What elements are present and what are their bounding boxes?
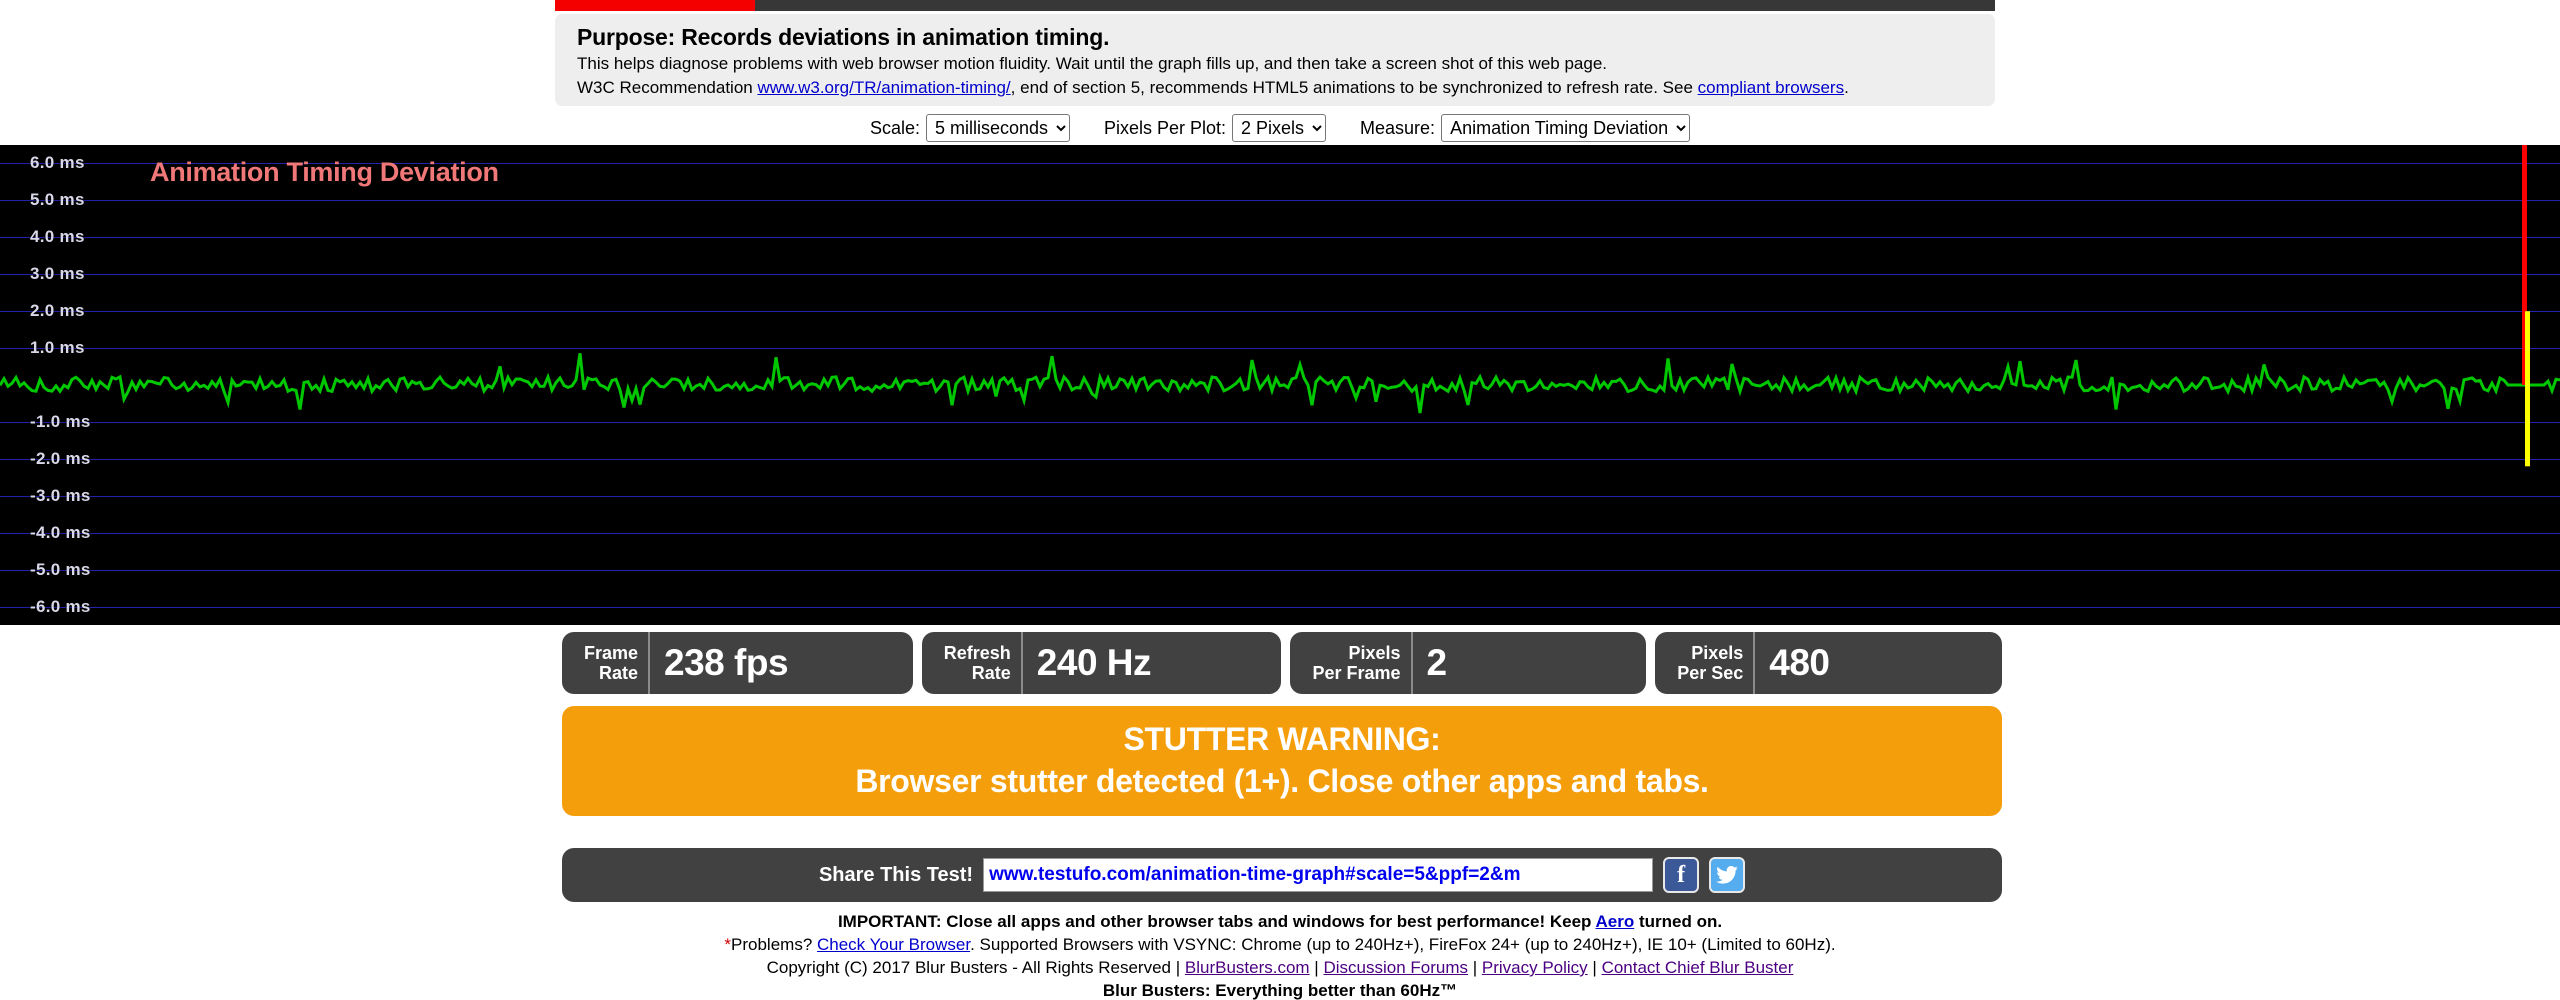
footer-copyright-line: Copyright (C) 2017 Blur Busters - All Ri… xyxy=(0,956,2560,979)
stat-pixels-per-sec: Pixels Per Sec 480 xyxy=(1655,632,2002,694)
footer-sep-2: | xyxy=(1468,958,1482,977)
stat-pixels-per-frame-label-line2: Per Frame xyxy=(1312,663,1400,683)
scale-label: Scale: xyxy=(870,118,920,139)
active-nav-tab[interactable] xyxy=(555,0,755,11)
purpose-panel: Purpose: Records deviations in animation… xyxy=(555,14,1995,106)
stutter-spike-yellow xyxy=(2525,311,2530,466)
footer-important-b: turned on. xyxy=(1634,912,1722,931)
footer-copyright-text: Copyright (C) 2017 Blur Busters - All Ri… xyxy=(767,958,1185,977)
footer-sep-3: | xyxy=(1588,958,1602,977)
share-bar: Share This Test! f xyxy=(562,848,2002,902)
facebook-share-icon[interactable]: f xyxy=(1663,857,1699,893)
nav-tab-notches xyxy=(555,0,755,11)
pixels-per-plot-control-group: Pixels Per Plot: 2 Pixels xyxy=(1104,114,1326,142)
stat-refresh-rate-label: Refresh Rate xyxy=(922,632,1023,694)
stat-pixels-per-frame-label: Pixels Per Frame xyxy=(1290,632,1412,694)
stat-frame-rate-label-line1: Frame xyxy=(584,643,638,663)
top-nav-strip xyxy=(0,0,2560,11)
scale-control-group: Scale: 5 milliseconds xyxy=(870,114,1070,142)
twitter-share-icon[interactable] xyxy=(1709,857,1745,893)
share-label: Share This Test! xyxy=(819,864,973,887)
stat-frame-rate-label-line2: Rate xyxy=(599,663,638,683)
stutter-warning-banner: STUTTER WARNING: Browser stutter detecte… xyxy=(562,706,2002,816)
contact-link[interactable]: Contact Chief Blur Buster xyxy=(1602,958,1794,977)
footer-problems-a: Problems? xyxy=(731,935,817,954)
compliant-browsers-link[interactable]: compliant browsers xyxy=(1698,78,1844,97)
stat-pixels-per-frame: Pixels Per Frame 2 xyxy=(1290,632,1646,694)
stat-refresh-rate: Refresh Rate 240 Hz xyxy=(922,632,1282,694)
stat-pixels-per-sec-label-line2: Per Sec xyxy=(1677,663,1743,683)
check-your-browser-link[interactable]: Check Your Browser xyxy=(817,935,970,954)
stats-row: Frame Rate 238 fps Refresh Rate 240 Hz P… xyxy=(562,632,2002,694)
footer-tagline: Blur Busters: Everything better than 60H… xyxy=(0,979,2560,1000)
purpose-line2-suffix: . xyxy=(1844,78,1849,97)
stat-frame-rate-label: Frame Rate xyxy=(562,632,650,694)
purpose-title: Purpose: Records deviations in animation… xyxy=(577,22,1973,52)
share-url-input[interactable] xyxy=(983,858,1653,892)
stat-refresh-rate-label-line1: Refresh xyxy=(944,643,1011,663)
stat-pixels-per-frame-label-line1: Pixels xyxy=(1348,643,1400,663)
scale-select[interactable]: 5 milliseconds xyxy=(926,114,1070,142)
graph-controls: Scale: 5 milliseconds Pixels Per Plot: 2… xyxy=(0,110,2560,146)
purpose-line-1: This helps diagnose problems with web br… xyxy=(577,52,1973,76)
graph-trace-layer xyxy=(0,145,2560,625)
stat-pixels-per-sec-value: 480 xyxy=(1755,632,1851,694)
stat-frame-rate: Frame Rate 238 fps xyxy=(562,632,913,694)
stat-refresh-rate-value: 240 Hz xyxy=(1023,632,1173,694)
aero-link[interactable]: Aero xyxy=(1596,912,1635,931)
stat-refresh-rate-label-line2: Rate xyxy=(972,663,1011,683)
measure-control-group: Measure: Animation Timing Deviation xyxy=(1360,114,1690,142)
footer-problems-b: . Supported Browsers with VSYNC: Chrome … xyxy=(970,935,1836,954)
nav-bar-background xyxy=(755,0,1995,11)
stat-pixels-per-frame-value: 2 xyxy=(1413,632,1469,694)
footer-important-a: IMPORTANT: Close all apps and other brow… xyxy=(838,912,1596,931)
pixels-per-plot-label: Pixels Per Plot: xyxy=(1104,118,1226,139)
footer-important-line: IMPORTANT: Close all apps and other brow… xyxy=(0,910,2560,933)
page-root: Purpose: Records deviations in animation… xyxy=(0,0,2560,1000)
stutter-warning-title: STUTTER WARNING: xyxy=(1124,719,1441,759)
twitter-bird-glyph xyxy=(1716,866,1738,884)
purpose-line2-prefix: W3C Recommendation xyxy=(577,78,757,97)
privacy-policy-link[interactable]: Privacy Policy xyxy=(1482,958,1588,977)
discussion-forums-link[interactable]: Discussion Forums xyxy=(1323,958,1468,977)
stat-pixels-per-sec-label-line1: Pixels xyxy=(1691,643,1743,663)
measure-label: Measure: xyxy=(1360,118,1435,139)
deviation-trace xyxy=(0,353,2560,413)
blurbusters-link[interactable]: BlurBusters.com xyxy=(1185,958,1310,977)
stat-frame-rate-value: 238 fps xyxy=(650,632,810,694)
timing-graph[interactable]: 6.0 ms5.0 ms4.0 ms3.0 ms2.0 ms1.0 ms-1.0… xyxy=(0,145,2560,625)
purpose-line2-mid: , end of section 5, recommends HTML5 ani… xyxy=(1011,78,1698,97)
pixels-per-plot-select[interactable]: 2 Pixels xyxy=(1232,114,1326,142)
measure-select[interactable]: Animation Timing Deviation xyxy=(1441,114,1690,142)
stutter-warning-message: Browser stutter detected (1+). Close oth… xyxy=(855,759,1708,803)
purpose-line-2: W3C Recommendation www.w3.org/TR/animati… xyxy=(577,76,1973,100)
facebook-glyph: f xyxy=(1677,862,1685,889)
stat-pixels-per-sec-label: Pixels Per Sec xyxy=(1655,632,1755,694)
footer-problems-line: *Problems? Check Your Browser. Supported… xyxy=(0,933,2560,956)
footer-sep-1: | xyxy=(1310,958,1324,977)
w3c-animation-timing-link[interactable]: www.w3.org/TR/animation-timing/ xyxy=(757,78,1010,97)
page-footer: IMPORTANT: Close all apps and other brow… xyxy=(0,910,2560,1000)
